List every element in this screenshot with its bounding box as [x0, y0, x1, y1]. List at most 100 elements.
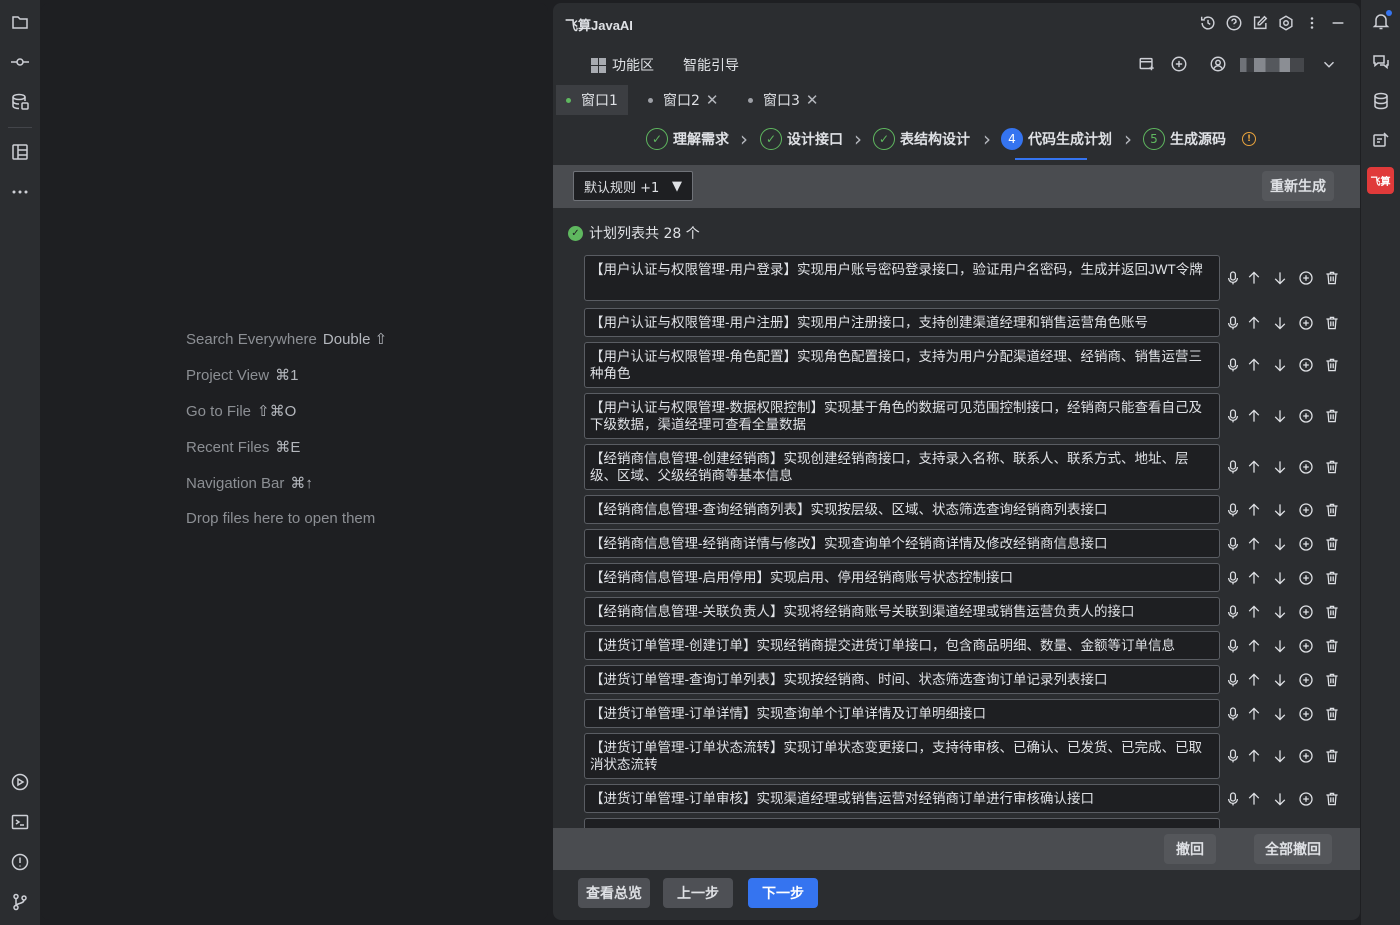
- step-generate-source[interactable]: 5 生成源码: [1143, 126, 1226, 152]
- user-icon[interactable]: [1208, 54, 1228, 74]
- plan-item[interactable]: 【进货订单管理-查询订单列表】实现按经销商、时间、状态筛选查询订单记录列表接口: [584, 665, 1220, 694]
- trash-icon[interactable]: [1323, 603, 1341, 621]
- nav-feature-area[interactable]: 功能区: [591, 55, 654, 75]
- microphone-icon[interactable]: [1224, 603, 1242, 621]
- plan-item[interactable]: 【进货订单管理-订单审核】实现渠道经理或销售运营对经销商订单进行审核确认接口: [584, 784, 1220, 813]
- add-circle-icon[interactable]: [1297, 458, 1315, 476]
- add-circle-icon[interactable]: [1297, 747, 1315, 765]
- microphone-icon[interactable]: [1224, 569, 1242, 587]
- undo-all-button[interactable]: 全部撤回: [1254, 834, 1332, 864]
- arrow-up-icon[interactable]: [1245, 458, 1263, 476]
- arrow-down-icon[interactable]: [1271, 501, 1289, 519]
- microphone-icon[interactable]: [1224, 705, 1242, 723]
- trash-icon[interactable]: [1323, 569, 1341, 587]
- step-table-design[interactable]: ✓ 表结构设计: [873, 126, 970, 152]
- run-icon[interactable]: [8, 770, 32, 794]
- plan-item[interactable]: 【用户认证与权限管理-用户登录】实现用户账号密码登录接口，验证用户名密码，生成并…: [584, 255, 1220, 301]
- arrow-up-icon[interactable]: [1245, 269, 1263, 287]
- add-circle-icon[interactable]: [1297, 603, 1315, 621]
- arrow-up-icon[interactable]: [1245, 314, 1263, 332]
- close-icon[interactable]: ✕: [706, 91, 719, 109]
- more-icon[interactable]: [8, 180, 32, 204]
- add-circle-icon[interactable]: [1297, 501, 1315, 519]
- add-circle-icon[interactable]: [1297, 790, 1315, 808]
- arrow-down-icon[interactable]: [1271, 637, 1289, 655]
- tab-window-3[interactable]: 窗口3 ✕: [738, 85, 829, 115]
- add-circle-icon[interactable]: [1297, 535, 1315, 553]
- ai-assistant-icon[interactable]: [1369, 128, 1393, 152]
- arrow-down-icon[interactable]: [1271, 314, 1289, 332]
- arrow-down-icon[interactable]: [1271, 407, 1289, 425]
- arrow-up-icon[interactable]: [1245, 637, 1263, 655]
- trash-icon[interactable]: [1323, 407, 1341, 425]
- tab-window-2[interactable]: 窗口2 ✕: [638, 85, 729, 115]
- plan-item[interactable]: 【用户认证与权限管理-角色配置】实现角色配置接口，支持为用户分配渠道经理、经销商…: [584, 342, 1220, 388]
- plan-item[interactable]: 【经销商信息管理-创建经销商】实现创建经销商接口，支持录入名称、联系人、联系方式…: [584, 444, 1220, 490]
- arrow-up-icon[interactable]: [1245, 747, 1263, 765]
- settings-icon[interactable]: [1276, 13, 1296, 33]
- structure-icon[interactable]: [8, 140, 32, 164]
- trash-icon[interactable]: [1323, 314, 1341, 332]
- trash-icon[interactable]: [1323, 269, 1341, 287]
- arrow-down-icon[interactable]: [1271, 356, 1289, 374]
- view-overview-button[interactable]: 查看总览: [578, 878, 650, 908]
- problems-icon[interactable]: [8, 850, 32, 874]
- trash-icon[interactable]: [1323, 705, 1341, 723]
- step-code-generation-plan[interactable]: 4 代码生成计划: [1001, 126, 1112, 152]
- terminal-icon[interactable]: [8, 810, 32, 834]
- arrow-up-icon[interactable]: [1245, 705, 1263, 723]
- ai-chat-icon[interactable]: [1369, 50, 1393, 74]
- arrow-up-icon[interactable]: [1245, 407, 1263, 425]
- plan-item[interactable]: 【进货订单管理-创建订单】实现经销商提交进货订单接口，包含商品明细、数量、金额等…: [584, 631, 1220, 660]
- add-circle-icon[interactable]: [1297, 637, 1315, 655]
- add-circle-icon[interactable]: [1297, 705, 1315, 723]
- warning-icon[interactable]: !: [1242, 132, 1256, 146]
- trash-icon[interactable]: [1323, 671, 1341, 689]
- tab-window-1[interactable]: 窗口1: [556, 85, 628, 115]
- plan-item[interactable]: 【经销商信息管理-关联负责人】实现将经销商账号关联到渠道经理或销售运营负责人的接…: [584, 597, 1220, 626]
- microphone-icon[interactable]: [1224, 671, 1242, 689]
- edit-icon[interactable]: [1250, 13, 1270, 33]
- arrow-down-icon[interactable]: [1271, 603, 1289, 621]
- database-icon[interactable]: [1369, 89, 1393, 113]
- add-circle-icon[interactable]: [1297, 407, 1315, 425]
- database-icon[interactable]: [8, 90, 32, 114]
- feisuan-brand-badge[interactable]: 飞算: [1367, 167, 1394, 194]
- arrow-up-icon[interactable]: [1245, 535, 1263, 553]
- help-icon[interactable]: [1224, 13, 1244, 33]
- close-icon[interactable]: ✕: [806, 91, 819, 109]
- plan-item[interactable]: 【经销商信息管理-查询经销商列表】实现按层级、区域、状态筛选查询经销商列表接口: [584, 495, 1220, 524]
- empty-editor-area[interactable]: Search Everywhere Double ⇧ Project View ⌘1…: [41, 3, 548, 920]
- microphone-icon[interactable]: [1224, 747, 1242, 765]
- arrow-up-icon[interactable]: [1245, 356, 1263, 374]
- microphone-icon[interactable]: [1224, 458, 1242, 476]
- add-circle-icon[interactable]: [1297, 314, 1315, 332]
- arrow-up-icon[interactable]: [1245, 501, 1263, 519]
- microphone-icon[interactable]: [1224, 501, 1242, 519]
- microphone-icon[interactable]: [1224, 314, 1242, 332]
- trash-icon[interactable]: [1323, 535, 1341, 553]
- chevron-down-icon[interactable]: [1319, 54, 1339, 74]
- add-circle-icon[interactable]: [1297, 569, 1315, 587]
- arrow-down-icon[interactable]: [1271, 671, 1289, 689]
- minimize-icon[interactable]: [1328, 13, 1348, 33]
- arrow-down-icon[interactable]: [1271, 569, 1289, 587]
- plan-item[interactable]: 【经销商信息管理-经销商详情与修改】实现查询单个经销商详情及修改经销商信息接口: [584, 529, 1220, 558]
- plan-item[interactable]: 【用户认证与权限管理-用户注册】实现用户注册接口，支持创建渠道经理和销售运营角色…: [584, 308, 1220, 337]
- previous-step-button[interactable]: 上一步: [663, 878, 733, 908]
- folder-icon[interactable]: [8, 10, 32, 34]
- trash-icon[interactable]: [1323, 637, 1341, 655]
- add-circle-icon[interactable]: [1297, 269, 1315, 287]
- next-step-button[interactable]: 下一步: [748, 878, 818, 908]
- regenerate-button[interactable]: 重新生成: [1262, 171, 1334, 201]
- arrow-down-icon[interactable]: [1271, 747, 1289, 765]
- arrow-up-icon[interactable]: [1245, 671, 1263, 689]
- arrow-down-icon[interactable]: [1271, 535, 1289, 553]
- microphone-icon[interactable]: [1224, 637, 1242, 655]
- plan-item[interactable]: 【用户认证与权限管理-数据权限控制】实现基于角色的数据可见范围控制接口，经销商只…: [584, 393, 1220, 439]
- add-circle-icon[interactable]: [1297, 356, 1315, 374]
- step-design-interface[interactable]: ✓ 设计接口: [760, 126, 843, 152]
- commit-icon[interactable]: [8, 50, 32, 74]
- add-circle-icon[interactable]: [1297, 671, 1315, 689]
- trash-icon[interactable]: [1323, 747, 1341, 765]
